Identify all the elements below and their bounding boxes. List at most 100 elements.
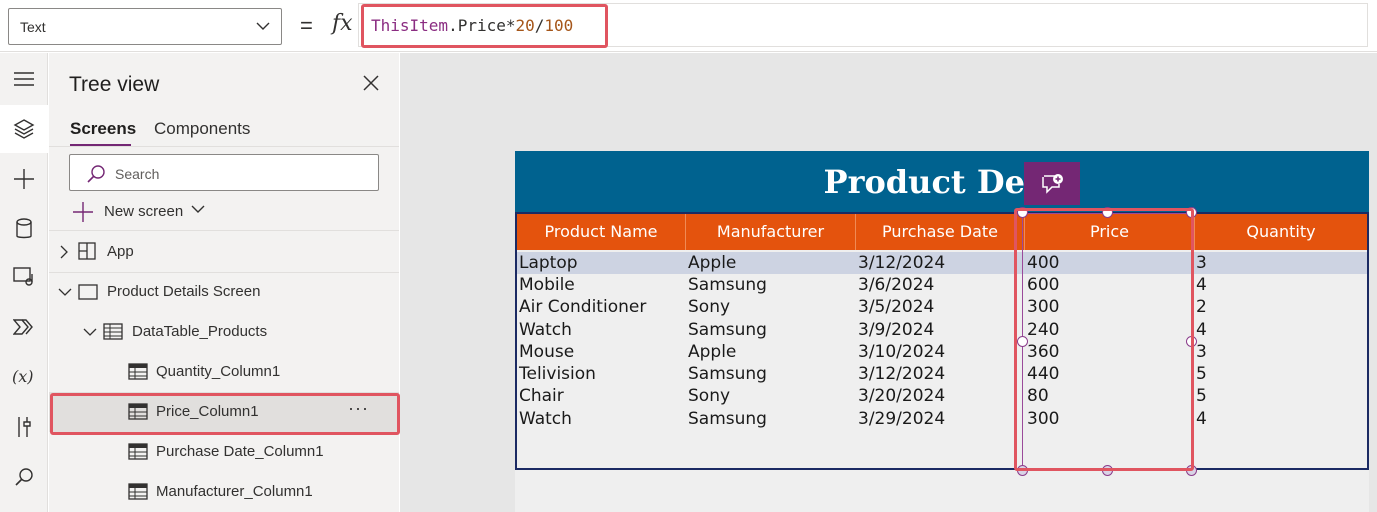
svg-text:(x): (x) — [12, 367, 34, 386]
divider — [49, 146, 399, 147]
table-cell: 3/9/2024 — [858, 320, 935, 340]
table-cell: 3/29/2024 — [858, 409, 946, 429]
search-icon — [15, 468, 33, 486]
table-cell: Watch — [519, 409, 572, 429]
table-cell: 2 — [1196, 297, 1207, 317]
add-comment-button[interactable] — [1024, 162, 1080, 205]
chevron-down-icon — [83, 328, 97, 336]
table-row[interactable]: Watch Samsung 3/29/2024 300 4 — [517, 408, 1367, 430]
close-button[interactable] — [363, 75, 379, 96]
insert-button[interactable] — [0, 157, 48, 201]
formula-bar: Text = fx ThisItem.Price*20/100 — [0, 0, 1377, 52]
column-header[interactable]: Product Name — [517, 214, 685, 250]
tools-button[interactable] — [0, 405, 48, 449]
table-row[interactable]: Telivision Samsung 3/12/2024 440 5 — [517, 363, 1367, 385]
column-icon — [128, 483, 148, 500]
datatable-products[interactable]: Product Name Manufacturer Purchase Date … — [515, 212, 1369, 470]
table-cell: Sony — [688, 297, 731, 317]
equals-sign: = — [300, 13, 313, 38]
tree-item-app[interactable]: App — [49, 232, 399, 272]
chevron-down-icon — [256, 22, 270, 30]
data-button[interactable] — [0, 207, 48, 251]
tree-view-button[interactable] — [0, 105, 48, 153]
tree-item-label: Product Details Screen — [107, 283, 261, 300]
chevron-right-icon — [60, 245, 68, 259]
tab-components[interactable]: Components — [154, 119, 250, 139]
search-button[interactable] — [0, 455, 48, 499]
tree-item-datatable-products[interactable]: DataTable_Products — [49, 312, 399, 352]
screen-title: Product Deta — [823, 163, 1061, 201]
layers-icon — [13, 119, 35, 139]
table-cell: Chair — [519, 386, 564, 406]
table-cell: Mobile — [519, 275, 575, 295]
table-cell: Samsung — [688, 364, 767, 384]
table-row[interactable]: Chair Sony 3/20/2024 80 5 — [517, 385, 1367, 407]
power-automate-icon — [13, 319, 33, 335]
column-header[interactable]: Manufacturer — [686, 214, 855, 250]
tree-item-label: Quantity_Column1 — [156, 363, 281, 380]
tree-item-quantity-column[interactable]: Quantity_Column1 — [49, 352, 399, 392]
table-row[interactable]: Air Conditioner Sony 3/5/2024 300 2 — [517, 296, 1367, 318]
search-placeholder: Search — [115, 166, 160, 182]
datatable-icon — [103, 323, 123, 340]
media-button[interactable] — [0, 255, 48, 299]
app-icon — [78, 242, 96, 260]
table-cell: Sony — [688, 386, 731, 406]
tree-item-purchase-date-column[interactable]: Purchase Date_Column1 — [49, 432, 399, 472]
tree-item-label: DataTable_Products — [132, 323, 268, 340]
table-cell: Samsung — [688, 275, 767, 295]
tab-screens[interactable]: Screens — [70, 119, 136, 139]
divider — [49, 230, 399, 231]
table-row[interactable]: Mouse Apple 3/10/2024 360 3 — [517, 341, 1367, 363]
table-cell: 3 — [1196, 253, 1207, 273]
plus-icon — [14, 169, 34, 189]
column-icon — [128, 363, 148, 380]
table-cell: 4 — [1196, 275, 1207, 295]
table-cell: 3/5/2024 — [858, 297, 935, 317]
screen-icon — [78, 284, 98, 300]
table-cell: 3/6/2024 — [858, 275, 935, 295]
media-icon — [13, 267, 33, 286]
table-cell: 3/20/2024 — [858, 386, 946, 406]
table-cell: Watch — [519, 320, 572, 340]
table-cell: 4 — [1196, 409, 1207, 429]
table-cell: 3/12/2024 — [858, 364, 946, 384]
column-header[interactable]: Purchase Date — [856, 214, 1024, 250]
table-row[interactable]: Mobile Samsung 3/6/2024 600 4 — [517, 274, 1367, 296]
comment-add-icon — [1042, 173, 1063, 194]
hamburger-menu-button[interactable] — [0, 57, 48, 101]
tree-view-panel: Tree view Screens Components Search New … — [49, 53, 399, 512]
left-rail: (x) — [0, 53, 48, 512]
hamburger-icon — [14, 72, 34, 86]
column-icon — [128, 443, 148, 460]
table-cell: Air Conditioner — [519, 297, 647, 317]
table-row[interactable]: Watch Samsung 3/9/2024 240 4 — [517, 319, 1367, 341]
plus-icon — [73, 202, 93, 222]
table-cell: Apple — [688, 253, 737, 273]
table-header: Product Name Manufacturer Purchase Date … — [517, 214, 1367, 250]
table-row[interactable]: Laptop Apple 3/12/2024 400 3 — [517, 252, 1367, 274]
tree-item-product-details-screen[interactable]: Product Details Screen — [49, 272, 399, 312]
app-screen[interactable]: Product Deta Product Name Manufacturer P… — [515, 151, 1369, 512]
canvas: Product Deta Product Name Manufacturer P… — [400, 53, 1377, 512]
tree-view-title: Tree view — [69, 73, 160, 96]
variables-button[interactable]: (x) — [0, 355, 48, 399]
column-header[interactable]: Quantity — [1195, 214, 1367, 250]
property-dropdown[interactable]: Text — [8, 8, 282, 45]
power-automate-button[interactable] — [0, 305, 48, 349]
database-icon — [16, 218, 32, 239]
close-icon — [363, 75, 379, 91]
tree-search-input[interactable]: Search — [69, 154, 379, 191]
tools-icon — [18, 417, 31, 437]
property-value: Text — [20, 19, 46, 35]
table-cell: Apple — [688, 342, 737, 362]
table-cell: 5 — [1196, 364, 1207, 384]
table-cell: 3/10/2024 — [858, 342, 946, 362]
table-cell: Telivision — [519, 364, 596, 384]
table-cell: 5 — [1196, 386, 1207, 406]
price-column-highlight-box — [1014, 208, 1194, 471]
chevron-down-icon — [191, 205, 205, 213]
tree-item-manufacturer-column[interactable]: Manufacturer_Column1 — [49, 472, 399, 512]
table-cell: 3 — [1196, 342, 1207, 362]
tree-item-label: Purchase Date_Column1 — [156, 443, 324, 460]
